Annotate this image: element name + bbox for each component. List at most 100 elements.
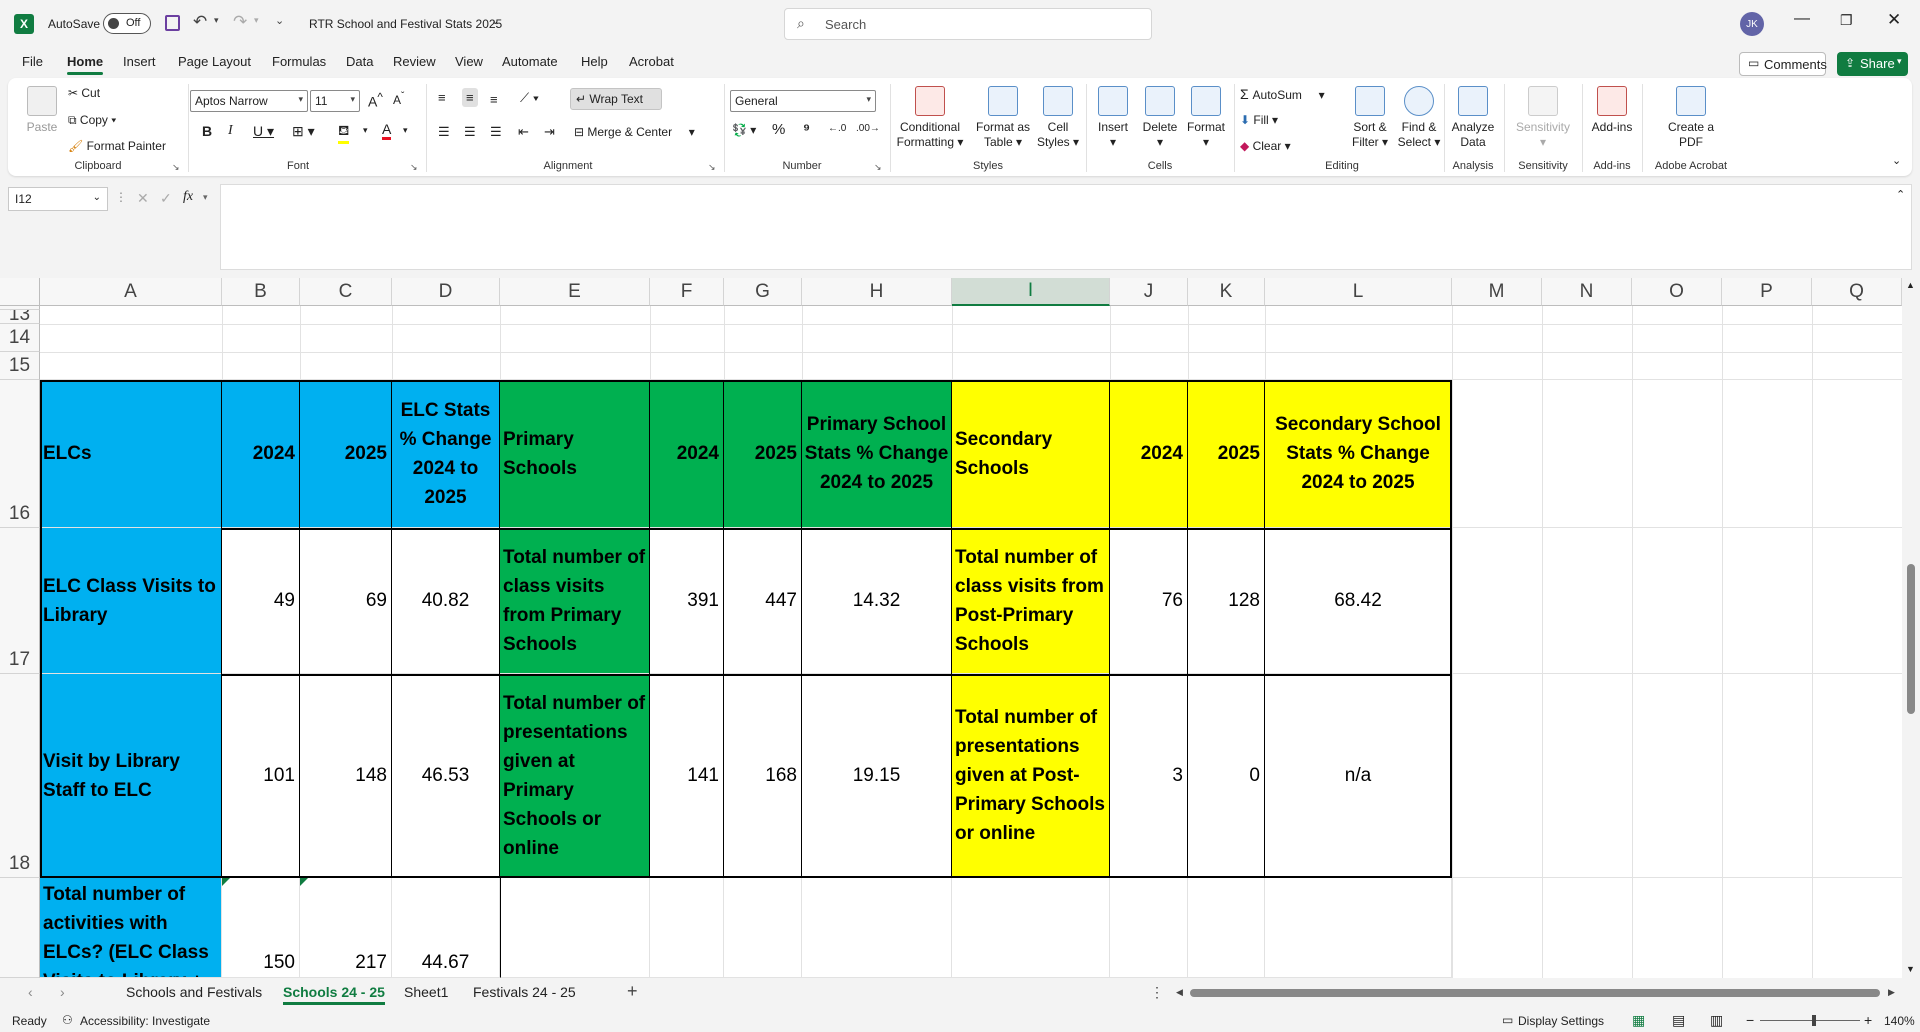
comma-icon[interactable]: ⁹ (803, 121, 810, 138)
table-cell[interactable]: 150 (222, 878, 300, 978)
bold-icon[interactable]: B (202, 123, 212, 139)
merge-center-button[interactable]: ⊟ Merge & Center ▾ (574, 125, 695, 139)
display-settings-button[interactable]: Display Settings (1518, 1014, 1604, 1028)
table-cell[interactable]: Primary Schools (500, 380, 650, 528)
table-cell[interactable] (1110, 878, 1188, 978)
column-header[interactable]: Q (1812, 278, 1902, 306)
search-box[interactable]: ⌕ Search (784, 8, 1152, 40)
column-header[interactable]: N (1542, 278, 1632, 306)
table-cell[interactable]: 3 (1110, 674, 1188, 878)
underline-icon[interactable]: U ▾ (253, 123, 274, 140)
table-cell[interactable]: 2025 (1188, 380, 1265, 528)
close-icon[interactable]: ✕ (1887, 10, 1901, 30)
paste-button[interactable]: Paste (22, 86, 62, 135)
table-cell[interactable]: 46.53 (392, 674, 500, 878)
comments-button[interactable]: ▭ Comments (1739, 52, 1827, 76)
column-header[interactable]: O (1632, 278, 1722, 306)
table-cell[interactable]: 49 (222, 528, 300, 674)
table-cell[interactable] (724, 878, 802, 978)
zoom-slider-handle[interactable] (1812, 1015, 1816, 1026)
table-cell[interactable]: ELC Class Visits to Library (40, 528, 222, 674)
scroll-right-icon[interactable]: ▶ (1888, 987, 1895, 998)
tab-home[interactable]: Home (67, 54, 104, 75)
zoom-in-icon[interactable]: + (1864, 1012, 1872, 1028)
row-header[interactable]: 13 (0, 310, 40, 324)
document-title[interactable]: RTR School and Festival Stats 2025 (309, 17, 502, 31)
column-header-selected[interactable]: I (952, 278, 1110, 306)
decrease-indent-icon[interactable]: ⇤ (518, 124, 529, 140)
table-cell[interactable]: 19.15 (802, 674, 952, 878)
tab-insert[interactable]: Insert (123, 54, 156, 69)
row-header[interactable]: 18 (0, 674, 40, 878)
increase-decimal-icon[interactable]: ←.0 (828, 123, 846, 134)
fill-button[interactable]: ⬇ Fill ▾ (1240, 113, 1278, 127)
scroll-down-icon[interactable]: ▼ (1906, 964, 1915, 974)
table-cell[interactable]: ELC Stats % Change 2024 to 2025 (392, 380, 500, 528)
undo-icon[interactable]: ↶ (193, 12, 207, 32)
share-button[interactable]: ⇪ Share ▾ (1837, 52, 1908, 76)
normal-view-icon[interactable]: ▦ (1632, 1012, 1645, 1029)
tab-page-layout[interactable]: Page Layout (178, 54, 251, 69)
row-header[interactable]: 16 (0, 380, 40, 528)
table-cell[interactable]: Visit by Library Staff to ELC (40, 674, 222, 878)
scroll-left-icon[interactable]: ◀ (1176, 987, 1183, 998)
table-cell[interactable]: 2025 (724, 380, 802, 528)
tab-review[interactable]: Review (393, 54, 436, 69)
insert-cells-button[interactable]: Insert ▾ (1092, 86, 1134, 150)
table-cell[interactable]: 2025 (300, 380, 392, 528)
number-launcher-icon[interactable]: ↘ (874, 162, 882, 173)
redo-dropdown-icon[interactable]: ▾ (254, 15, 259, 26)
sensitivity-button[interactable]: Sensitivity ▾ (1510, 86, 1576, 150)
table-cell[interactable]: Total number of activities with ELCs? (E… (40, 878, 222, 978)
tab-view[interactable]: View (455, 54, 483, 69)
table-cell[interactable]: 128 (1188, 528, 1265, 674)
borders-icon[interactable]: ⊞ ▾ (292, 123, 315, 140)
clear-button[interactable]: ◆ Clear ▾ (1240, 139, 1291, 153)
increase-indent-icon[interactable]: ⇥ (544, 124, 555, 140)
decrease-font-icon[interactable]: Aˇ (393, 91, 404, 107)
row-header[interactable]: 14 (0, 324, 40, 352)
column-header[interactable]: L (1265, 278, 1452, 306)
fill-color-dropdown-icon[interactable]: ▾ (363, 125, 368, 136)
table-cell[interactable]: Total number of class visits from Post-P… (952, 528, 1110, 674)
tab-split-icon[interactable]: ⋮ (1150, 984, 1164, 1001)
row-header[interactable] (0, 878, 40, 978)
customize-toolbar-icon[interactable]: ⌄ (275, 14, 284, 27)
tab-automate[interactable]: Automate (502, 54, 558, 69)
alignment-launcher-icon[interactable]: ↘ (708, 162, 716, 173)
column-header[interactable]: D (392, 278, 500, 306)
table-cell[interactable]: 141 (650, 674, 724, 878)
font-size-select[interactable]: 11 ▾ (310, 90, 360, 112)
column-header[interactable]: E (500, 278, 650, 306)
column-header[interactable]: J (1110, 278, 1188, 306)
autosave-toggle[interactable]: Off (103, 13, 151, 34)
add-sheet-icon[interactable]: + (627, 981, 638, 1002)
table-cell[interactable] (952, 878, 1110, 978)
table-cell[interactable]: n/a (1265, 674, 1452, 878)
tab-formulas[interactable]: Formulas (272, 54, 326, 69)
table-cell[interactable]: 40.82 (392, 528, 500, 674)
align-left-icon[interactable]: ☰ (438, 124, 450, 140)
table-cell[interactable]: 391 (650, 528, 724, 674)
horizontal-scroll-thumb[interactable] (1190, 989, 1880, 997)
undo-dropdown-icon[interactable]: ▾ (214, 15, 219, 26)
font-color-dropdown-icon[interactable]: ▾ (403, 125, 408, 136)
tab-acrobat[interactable]: Acrobat (629, 54, 674, 69)
formula-more-icon[interactable]: ⋮ (115, 190, 127, 204)
format-cells-button[interactable]: Format ▾ (1184, 86, 1228, 150)
italic-icon[interactable]: I (228, 123, 233, 139)
delete-cells-button[interactable]: Delete ▾ (1138, 86, 1182, 150)
tab-data[interactable]: Data (346, 54, 373, 69)
table-cell[interactable]: 76 (1110, 528, 1188, 674)
table-cell[interactable]: Total number of presentations given at P… (952, 674, 1110, 878)
table-cell[interactable]: Secondary Schools (952, 380, 1110, 528)
zoom-out-icon[interactable]: − (1746, 1012, 1754, 1028)
restore-icon[interactable]: ❐ (1840, 12, 1853, 29)
column-header[interactable]: M (1452, 278, 1542, 306)
row-header[interactable]: 15 (0, 352, 40, 380)
table-cell[interactable]: 2024 (1110, 380, 1188, 528)
analyze-data-button[interactable]: Analyze Data (1450, 86, 1496, 150)
table-cell[interactable] (650, 878, 724, 978)
table-cell[interactable]: 2024 (222, 380, 300, 528)
column-header[interactable]: A (40, 278, 222, 306)
